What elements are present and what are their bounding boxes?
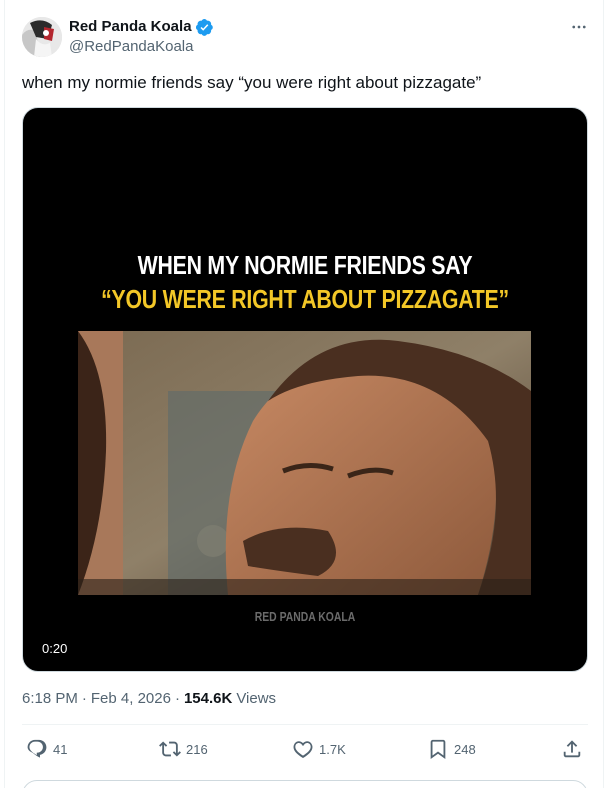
repost-count: 216: [186, 741, 208, 757]
meta-separator: ·: [174, 690, 180, 707]
meta-separator: ·: [81, 690, 87, 707]
like-icon: [293, 741, 313, 758]
tweet-date[interactable]: Feb 4, 2026: [91, 689, 171, 709]
tweet-text: when my normie friends say “you were rig…: [22, 73, 482, 92]
video-watermark: RED PANDA KOALA: [254, 609, 356, 624]
reply-button[interactable]: 41: [26, 734, 67, 764]
tweet-meta: 6:18 PM · Feb 4, 2026 · 154.6K Views: [22, 689, 276, 709]
repost-button[interactable]: 216: [159, 734, 208, 764]
reply-count: 41: [53, 741, 68, 757]
action-bar: 41 216 1.7K 248: [22, 734, 588, 764]
repost-icon: [159, 741, 181, 757]
like-count: 1.7K: [319, 741, 346, 757]
share-button[interactable]: [561, 734, 583, 764]
views-count: 154.6K: [183, 690, 233, 707]
more-icon[interactable]: [568, 16, 590, 38]
like-button[interactable]: 1.7K: [292, 734, 346, 764]
video-still-frame: [78, 331, 531, 595]
video-player[interactable]: WHEN MY NORMIE FRIENDS SAY “YOU WERE RIG…: [22, 107, 588, 672]
verified-badge-icon: [195, 18, 213, 36]
reply-compose-box[interactable]: [22, 780, 588, 788]
video-caption-line2: “YOU WERE RIGHT ABOUT PIZZAGATE”: [101, 284, 509, 314]
author-name-row[interactable]: Red Panda Koala: [69, 17, 213, 37]
bookmark-icon: [430, 739, 446, 760]
video-duration-badge: 0:20: [36, 639, 74, 659]
bookmark-count: 248: [454, 741, 476, 757]
views-label: Views: [236, 690, 277, 707]
divider: [22, 724, 588, 725]
reply-icon: [27, 739, 47, 758]
author-display-name[interactable]: Red Panda Koala: [69, 17, 192, 37]
tweet-time[interactable]: 6:18 PM: [22, 689, 78, 709]
share-icon: [563, 740, 581, 758]
avatar[interactable]: [22, 17, 62, 57]
bookmark-button[interactable]: 248: [427, 734, 476, 764]
video-caption-line1: WHEN MY NORMIE FRIENDS SAY: [137, 250, 473, 280]
author-handle[interactable]: @RedPandaKoala: [69, 37, 193, 57]
